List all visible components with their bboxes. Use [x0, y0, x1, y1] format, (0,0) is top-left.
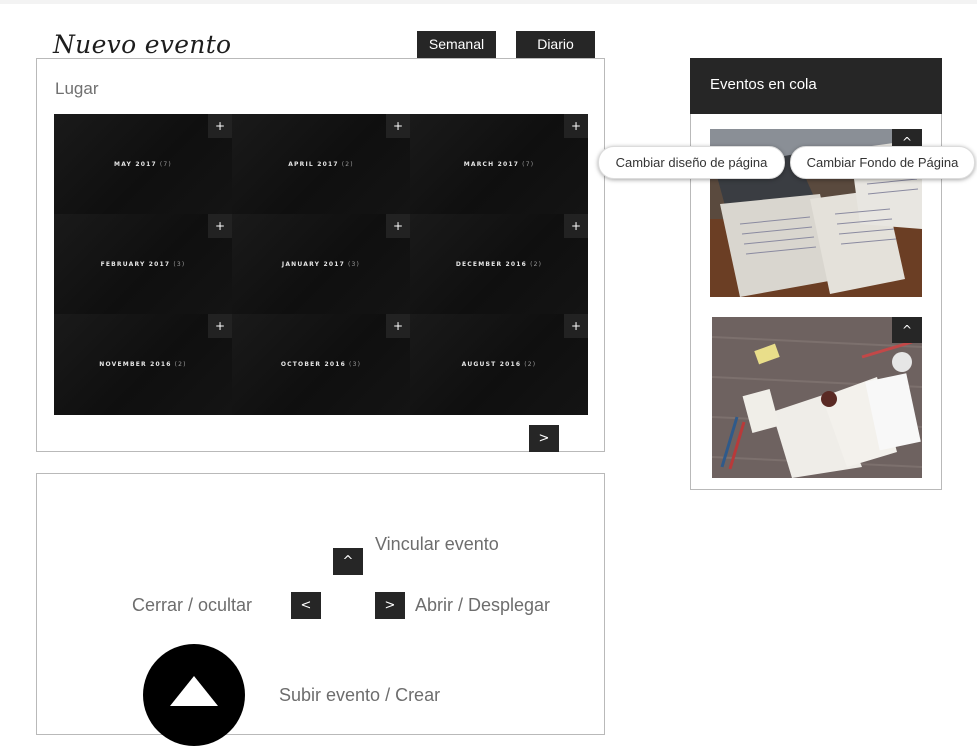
queue-header: Eventos en cola [690, 58, 942, 114]
page-title: Nuevo evento [53, 30, 232, 59]
archive-month: MARCH 2017 (7) [463, 160, 535, 168]
open-button[interactable]: > [375, 592, 405, 619]
queue-panel: Eventos en cola ^ ^ [690, 58, 942, 490]
archive-tile[interactable]: OCTOBER 2016 (3) + [232, 314, 410, 415]
queued-event-image[interactable]: ^ [712, 317, 922, 478]
plus-icon[interactable]: + [208, 214, 232, 238]
link-event-label: Vincular evento [375, 534, 499, 554]
archive-tile[interactable]: MARCH 2017 (7) + [410, 114, 588, 214]
archive-tile[interactable]: DECEMBER 2016 (2) + [410, 214, 588, 314]
archive-month: NOVEMBER 2016 (2) [99, 361, 187, 368]
plus-icon[interactable]: + [208, 114, 232, 138]
close-label: Cerrar / ocultar [132, 595, 253, 615]
lugar-label: Lugar [55, 79, 99, 98]
archive-tile[interactable]: APRIL 2017 (2) + [232, 114, 410, 214]
archive-month: FEBRUARY 2017 (3) [100, 260, 186, 268]
archive-tile[interactable]: NOVEMBER 2016 (2) + [54, 314, 232, 415]
plus-icon[interactable]: + [386, 114, 410, 138]
lugar-panel: Lugar MAY 2017 (7) + APRIL 2017 (2) + MARC… [36, 58, 605, 452]
archive-month: MAY 2017 (7) [114, 160, 172, 168]
change-background-button[interactable]: Cambiar Fondo de Página [790, 146, 975, 179]
archive-tile[interactable]: FEBRUARY 2017 (3) + [54, 214, 232, 314]
next-page-button[interactable]: > [529, 425, 559, 452]
change-layout-button[interactable]: Cambiar diseño de página [598, 146, 785, 179]
close-button[interactable]: < [291, 592, 321, 619]
plus-icon[interactable]: + [208, 314, 232, 338]
upload-button[interactable] [143, 644, 245, 746]
archive-grid: MAY 2017 (7) + APRIL 2017 (2) + MARCH 2017… [54, 114, 588, 415]
open-label: Abrir / Desplegar [415, 595, 551, 615]
literacy-day-photo [712, 317, 922, 478]
plus-icon[interactable]: + [564, 214, 588, 238]
plus-icon[interactable]: + [386, 314, 410, 338]
archive-month: APRIL 2017 (2) [288, 160, 354, 168]
upload-label: Subir evento / Crear [279, 685, 441, 705]
queue-title: Eventos en cola [710, 76, 817, 93]
plus-icon[interactable]: + [564, 314, 588, 338]
collapse-icon[interactable]: ^ [892, 317, 922, 343]
daily-view-button[interactable]: Diario [516, 31, 595, 58]
controls-panel: ^ Vincular evento Cerrar / ocultar < > A… [36, 473, 605, 746]
top-divider [0, 0, 977, 4]
archive-tile[interactable]: AUGUST 2016 (2) + [410, 314, 588, 415]
archive-month: DECEMBER 2016 (2) [455, 260, 543, 268]
archive-tile[interactable]: MAY 2017 (7) + [54, 114, 232, 214]
archive-month: AUGUST 2016 (2) [461, 361, 537, 368]
plus-icon[interactable]: + [386, 214, 410, 238]
plus-icon[interactable]: + [564, 114, 588, 138]
upload-arrow-icon [170, 676, 218, 706]
archive-month: JANUARY 2017 (3) [281, 260, 361, 268]
archive-tile[interactable]: JANUARY 2017 (3) + [232, 214, 410, 314]
weekly-view-button[interactable]: Semanal [417, 31, 496, 58]
archive-month: OCTOBER 2016 (3) [280, 361, 362, 368]
link-event-button[interactable]: ^ [333, 548, 363, 575]
